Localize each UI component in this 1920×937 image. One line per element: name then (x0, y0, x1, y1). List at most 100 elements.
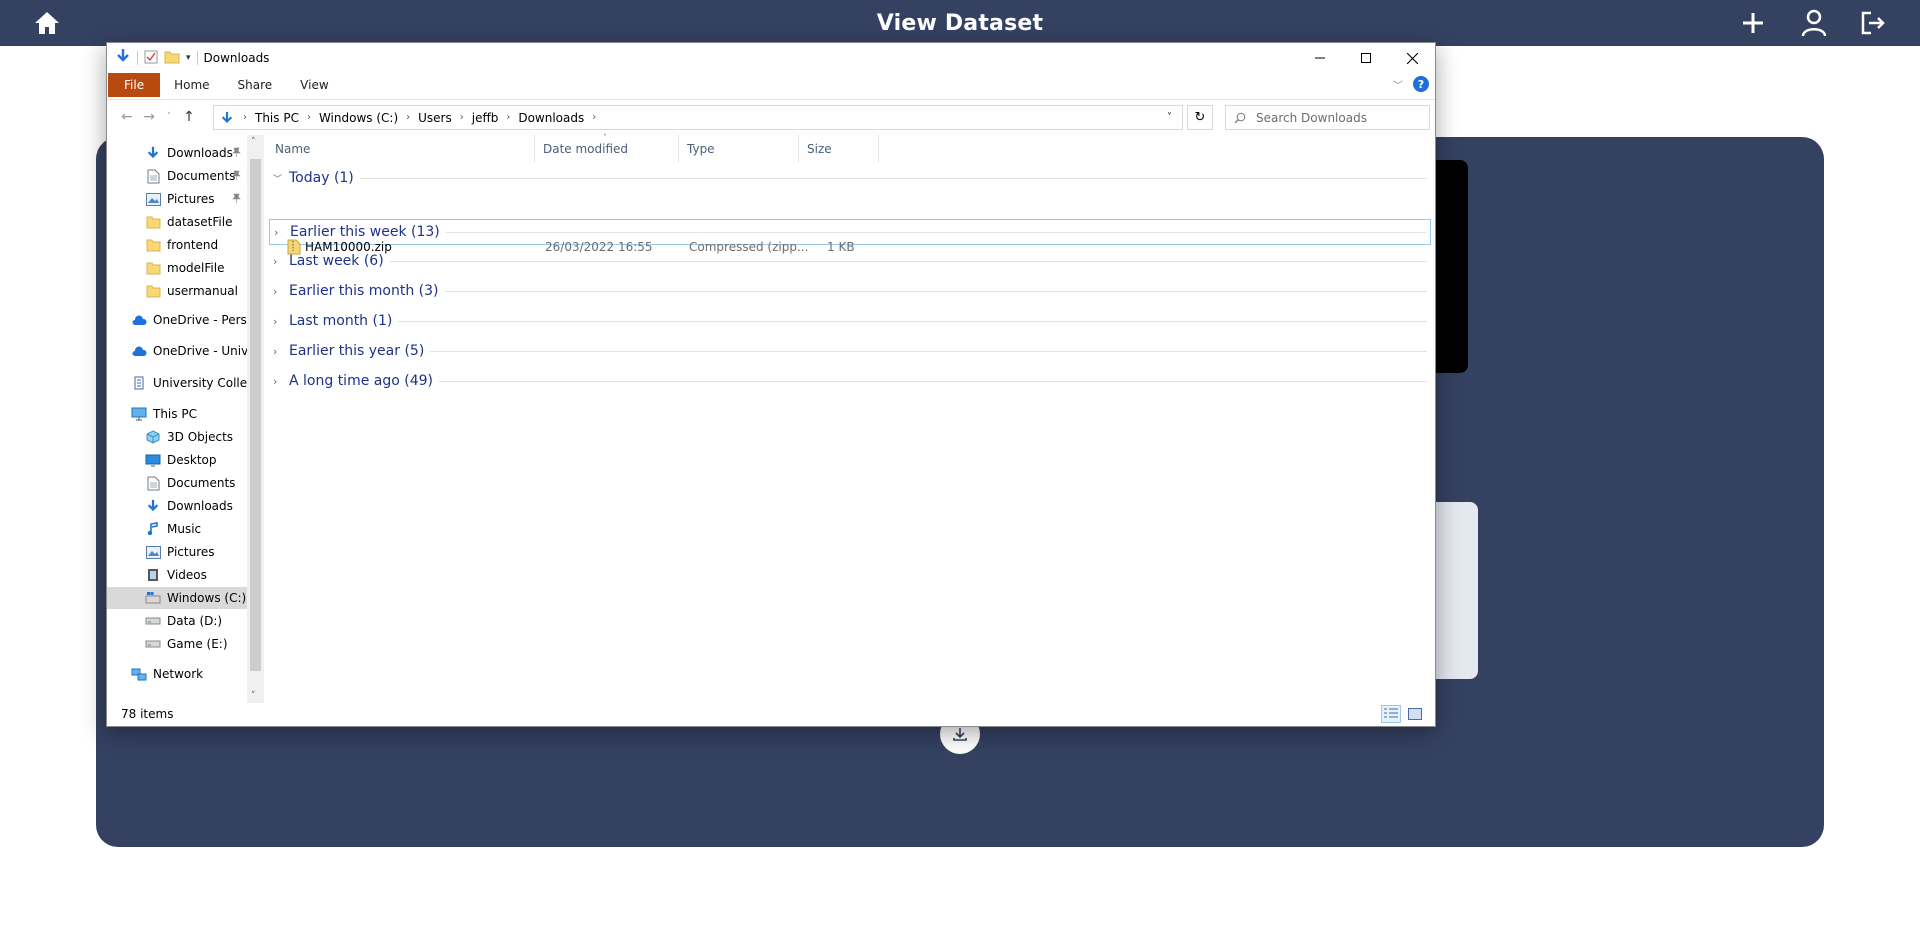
nav-item[interactable]: datasetFile (107, 211, 247, 233)
help-icon[interactable]: ? (1413, 76, 1429, 92)
film-icon (145, 567, 161, 583)
navigation-scrollbar[interactable]: ˄ ˅ (247, 135, 264, 703)
music-note-icon (145, 521, 161, 537)
nav-item[interactable]: Network (107, 663, 247, 685)
nav-item[interactable]: Music (107, 518, 247, 540)
customize-toolbar-icon[interactable]: ▾ (186, 53, 191, 63)
address-dropdown-button[interactable]: ˅ (1156, 106, 1182, 129)
chevron-right-icon[interactable]: › (273, 345, 287, 358)
group-label: Earlier this year (5) (289, 343, 425, 359)
tab-home[interactable]: Home (160, 73, 223, 97)
desktop-icon (145, 452, 161, 468)
nav-item[interactable]: Windows (C:) (107, 587, 247, 609)
nav-item[interactable]: 3D Objects (107, 426, 247, 448)
nav-item[interactable]: Game (E:) (107, 633, 247, 655)
nav-item-label: OneDrive - Persor (153, 313, 247, 327)
group-divider (398, 320, 1427, 322)
group-label: Today (1) (289, 170, 354, 186)
breadcrumb-downloads[interactable]: Downloads (515, 111, 587, 125)
nav-item[interactable]: modelFile (107, 257, 247, 279)
column-header-size[interactable]: Size (799, 135, 879, 163)
plus-icon[interactable] (1738, 8, 1768, 38)
column-header-type[interactable]: Type (679, 135, 799, 163)
back-button[interactable]: ← (117, 107, 137, 127)
breadcrumb-jeffb[interactable]: jeffb (469, 111, 502, 125)
zip-file-icon (287, 239, 301, 255)
column-header-name[interactable]: Name (267, 135, 535, 163)
tab-share[interactable]: Share (224, 73, 287, 97)
address-bar[interactable]: › This PC › Windows (C:) › Users › jeffb… (213, 105, 1183, 130)
pictures-icon (145, 191, 161, 207)
group-header[interactable]: › Last month (1) (269, 308, 1431, 334)
expand-ribbon-icon[interactable]: ﹀ (1393, 77, 1403, 92)
nav-item[interactable]: Downloads (107, 142, 247, 164)
close-button[interactable] (1389, 43, 1435, 73)
nav-item[interactable]: Data (D:) (107, 610, 247, 632)
tab-view[interactable]: View (286, 73, 342, 97)
window-title: Downloads (203, 51, 270, 65)
large-icons-view-button[interactable] (1405, 705, 1425, 723)
group-header[interactable]: › A long time ago (49) (269, 368, 1431, 394)
file-date: 26/03/2022 16:55 (545, 240, 653, 254)
home-icon[interactable] (32, 8, 62, 38)
column-header-date-modified[interactable]: Date modified (535, 135, 679, 163)
nav-item[interactable]: Pictures (107, 188, 247, 210)
nav-item[interactable]: usermanual (107, 280, 247, 302)
new-folder-icon[interactable] (164, 49, 180, 68)
folder-icon (145, 260, 161, 276)
up-button[interactable]: ↑ (179, 107, 199, 127)
group-divider (439, 380, 1427, 382)
nav-item-label: OneDrive - Univer (153, 344, 247, 358)
nav-item[interactable]: Pictures (107, 541, 247, 563)
nav-item[interactable]: OneDrive - Univer (107, 340, 247, 362)
nav-item[interactable]: Desktop (107, 449, 247, 471)
properties-icon[interactable] (144, 49, 158, 68)
windows-drive-icon (145, 590, 161, 606)
breadcrumb-this-pc[interactable]: This PC (252, 111, 302, 125)
breadcrumb-users[interactable]: Users (415, 111, 455, 125)
file-row[interactable]: HAM10000.zip 26/03/2022 16:55 Compressed… (267, 236, 887, 258)
page-title: View Dataset (876, 10, 1044, 36)
maximize-button[interactable] (1343, 43, 1389, 73)
app-header: View Dataset (0, 0, 1920, 46)
breadcrumb-windows-c[interactable]: Windows (C:) (316, 111, 401, 125)
pin-icon (232, 147, 241, 160)
title-bar[interactable]: ▾ Downloads (107, 43, 1435, 73)
group-header[interactable]: ﹀ Today (1) (269, 165, 1431, 191)
group-header[interactable]: › Earlier this month (3) (269, 278, 1431, 304)
chevron-right-icon[interactable]: › (273, 315, 287, 328)
drive-icon (145, 636, 161, 652)
download-arrow-icon (115, 48, 131, 68)
details-view-button[interactable] (1381, 705, 1401, 723)
refresh-button[interactable]: ↻ (1187, 105, 1213, 130)
nav-item[interactable]: Videos (107, 564, 247, 586)
chevron-right-icon[interactable]: › (273, 285, 287, 298)
recent-locations-button[interactable]: ˅ (159, 107, 179, 127)
download-icon (953, 728, 967, 741)
cloud-icon (131, 312, 147, 328)
minimize-button[interactable] (1297, 43, 1343, 73)
chevron-down-icon[interactable]: ﹀ (273, 172, 287, 185)
nav-item[interactable]: OneDrive - Persor (107, 309, 247, 331)
network-icon (131, 666, 147, 682)
nav-item[interactable]: University College (107, 372, 247, 394)
logout-icon[interactable] (1858, 8, 1888, 38)
tab-file[interactable]: File (108, 73, 161, 97)
group-header[interactable]: › Earlier this year (5) (269, 338, 1431, 364)
nav-item[interactable]: Documents (107, 165, 247, 187)
nav-item-label: usermanual (167, 284, 238, 298)
chevron-right-icon[interactable]: › (273, 375, 287, 388)
file-explorer-window[interactable]: ▾ Downloads File Home Share View ﹀ ? ← →… (106, 42, 1436, 727)
nav-item[interactable]: This PC (107, 403, 247, 425)
status-bar: 78 items (107, 702, 1435, 726)
file-list: Name Date modified Type Size ˅ ﹀ Today (1… (267, 133, 1435, 703)
nav-item[interactable]: frontend (107, 234, 247, 256)
nav-item[interactable]: Documents (107, 472, 247, 494)
nav-item[interactable]: Downloads (107, 495, 247, 517)
nav-item-label: University College (153, 376, 247, 390)
cloud-icon (131, 343, 147, 359)
user-icon[interactable] (1799, 8, 1829, 38)
group-divider (444, 290, 1427, 292)
forward-button[interactable]: → (139, 107, 159, 127)
search-input[interactable]: Search Downloads (1225, 105, 1430, 130)
